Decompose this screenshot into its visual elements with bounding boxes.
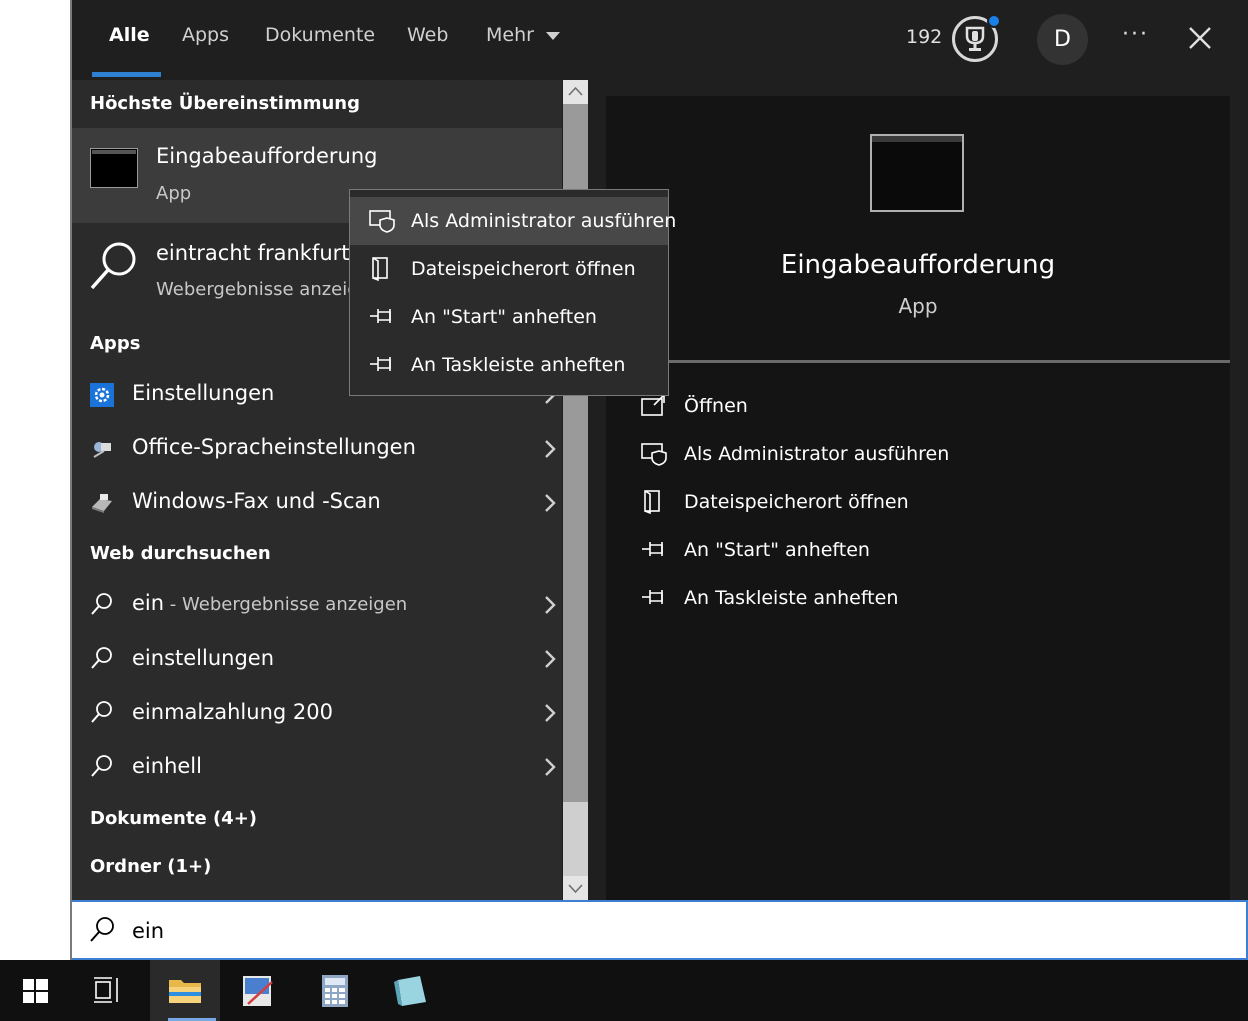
- more-options-button[interactable]: ···: [1122, 22, 1149, 47]
- search-icon: [91, 647, 112, 669]
- search-input-value[interactable]: ein: [132, 919, 164, 943]
- close-icon: [1189, 27, 1211, 49]
- context-menu-label: An "Start" anheften: [411, 306, 597, 328]
- preview-divider: [606, 360, 1230, 363]
- chevron-right-icon[interactable]: [540, 701, 560, 725]
- context-menu-label: Als Administrator ausführen: [411, 210, 677, 232]
- chevron-right-icon[interactable]: [540, 437, 560, 461]
- best-match-subtitle: App: [156, 183, 192, 204]
- action-label: An Taskleiste anheften: [684, 587, 899, 609]
- search-icon: [91, 701, 112, 723]
- tab-more[interactable]: Mehr: [486, 24, 560, 54]
- web-suggestion-label: einstellungen: [132, 646, 275, 670]
- context-menu-label: Dateispeicherort öffnen: [411, 258, 636, 280]
- web-top-subtitle: Webergebnisse anzeig: [156, 279, 359, 300]
- search-icon: [90, 242, 136, 290]
- action-label: Dateispeicherort öffnen: [684, 491, 909, 513]
- context-menu-label: An Taskleiste anheften: [411, 354, 626, 376]
- start-button[interactable]: [0, 960, 70, 1021]
- chevron-right-icon[interactable]: [540, 593, 560, 617]
- action-label: An "Start" anheften: [684, 539, 870, 561]
- apps-heading: Apps: [90, 333, 141, 354]
- tab-documents[interactable]: Dokumente: [265, 24, 375, 54]
- search-icon: [90, 917, 114, 942]
- fax-icon: [92, 494, 112, 513]
- notes-app-icon: [394, 976, 426, 1006]
- action-label: Als Administrator ausführen: [684, 443, 950, 465]
- best-match-title: Eingabeaufforderung: [156, 144, 378, 168]
- chevron-down-icon: [545, 31, 560, 40]
- preview-title: Eingabeaufforderung: [780, 250, 1056, 280]
- file-explorer-button[interactable]: [150, 960, 220, 1021]
- pin-icon: [642, 542, 663, 556]
- scroll-down-button[interactable]: [563, 876, 588, 900]
- chevron-down-icon: [568, 884, 583, 894]
- language-settings-icon: [93, 442, 111, 458]
- web-suggestion-label: einhell: [132, 754, 202, 778]
- chevron-up-icon: [568, 86, 583, 96]
- pin-icon: [370, 309, 391, 323]
- file-location-icon: [372, 257, 388, 282]
- shield-icon: [641, 443, 667, 466]
- chevron-right-icon[interactable]: [540, 647, 560, 671]
- shield-icon: [369, 210, 395, 233]
- documents-section[interactable]: Dokumente (4+): [90, 808, 257, 829]
- app-item-label: Windows-Fax und -Scan: [132, 489, 381, 513]
- chevron-right-icon[interactable]: [540, 491, 560, 515]
- cmd-app-icon: [90, 148, 138, 188]
- notes-button[interactable]: [374, 960, 444, 1021]
- search-icon: [91, 755, 112, 777]
- app-item-label: Office-Spracheinstellungen: [132, 435, 416, 459]
- paint-app-icon: [243, 976, 273, 1006]
- web-search-heading: Web durchsuchen: [90, 543, 271, 564]
- close-button[interactable]: [1184, 22, 1216, 54]
- web-suggestion-label: ein: [132, 591, 165, 615]
- web-suggestion-label: einmalzahlung 200: [132, 700, 333, 724]
- rewards-count: 192: [906, 26, 943, 48]
- preview-subtitle: App: [898, 294, 938, 318]
- web-suggestion-text: ein - Webergebnisse anzeigen: [132, 591, 407, 615]
- pin-icon: [642, 590, 663, 604]
- search-icon: [91, 593, 112, 615]
- notification-dot: [987, 14, 1001, 28]
- web-top-title: eintracht frankfurt: [156, 241, 350, 265]
- gear-icon: [90, 383, 114, 407]
- windows-logo-icon: [23, 979, 48, 1003]
- pin-icon: [370, 357, 391, 371]
- calculator-icon: [322, 975, 348, 1007]
- best-match-heading: Höchste Übereinstimmung: [90, 93, 360, 114]
- user-avatar[interactable]: D: [1037, 14, 1088, 65]
- tab-more-label: Mehr: [486, 24, 534, 46]
- action-label: Öffnen: [684, 395, 748, 417]
- search-input[interactable]: [72, 900, 1248, 960]
- cmd-app-icon: [870, 134, 964, 212]
- tab-all[interactable]: Alle: [109, 24, 150, 54]
- file-explorer-icon: [169, 980, 201, 1003]
- task-view-button[interactable]: [72, 960, 142, 1021]
- tab-web[interactable]: Web: [407, 24, 448, 54]
- active-tab-indicator: [92, 72, 161, 77]
- screen: Alle Apps Dokumente Web Mehr 192 D ··· H…: [0, 0, 1248, 1021]
- task-view-icon: [94, 977, 118, 1003]
- tab-apps[interactable]: Apps: [182, 24, 229, 54]
- scroll-up-button[interactable]: [563, 80, 588, 104]
- calculator-button[interactable]: [300, 960, 370, 1021]
- file-location-icon: [644, 490, 660, 515]
- web-suggestion-suffix: - Webergebnisse anzeigen: [164, 594, 408, 615]
- app-item-label: Einstellungen: [132, 381, 275, 405]
- chevron-right-icon[interactable]: [540, 755, 560, 779]
- paint-button[interactable]: [222, 960, 292, 1021]
- folders-section[interactable]: Ordner (1+): [90, 856, 211, 877]
